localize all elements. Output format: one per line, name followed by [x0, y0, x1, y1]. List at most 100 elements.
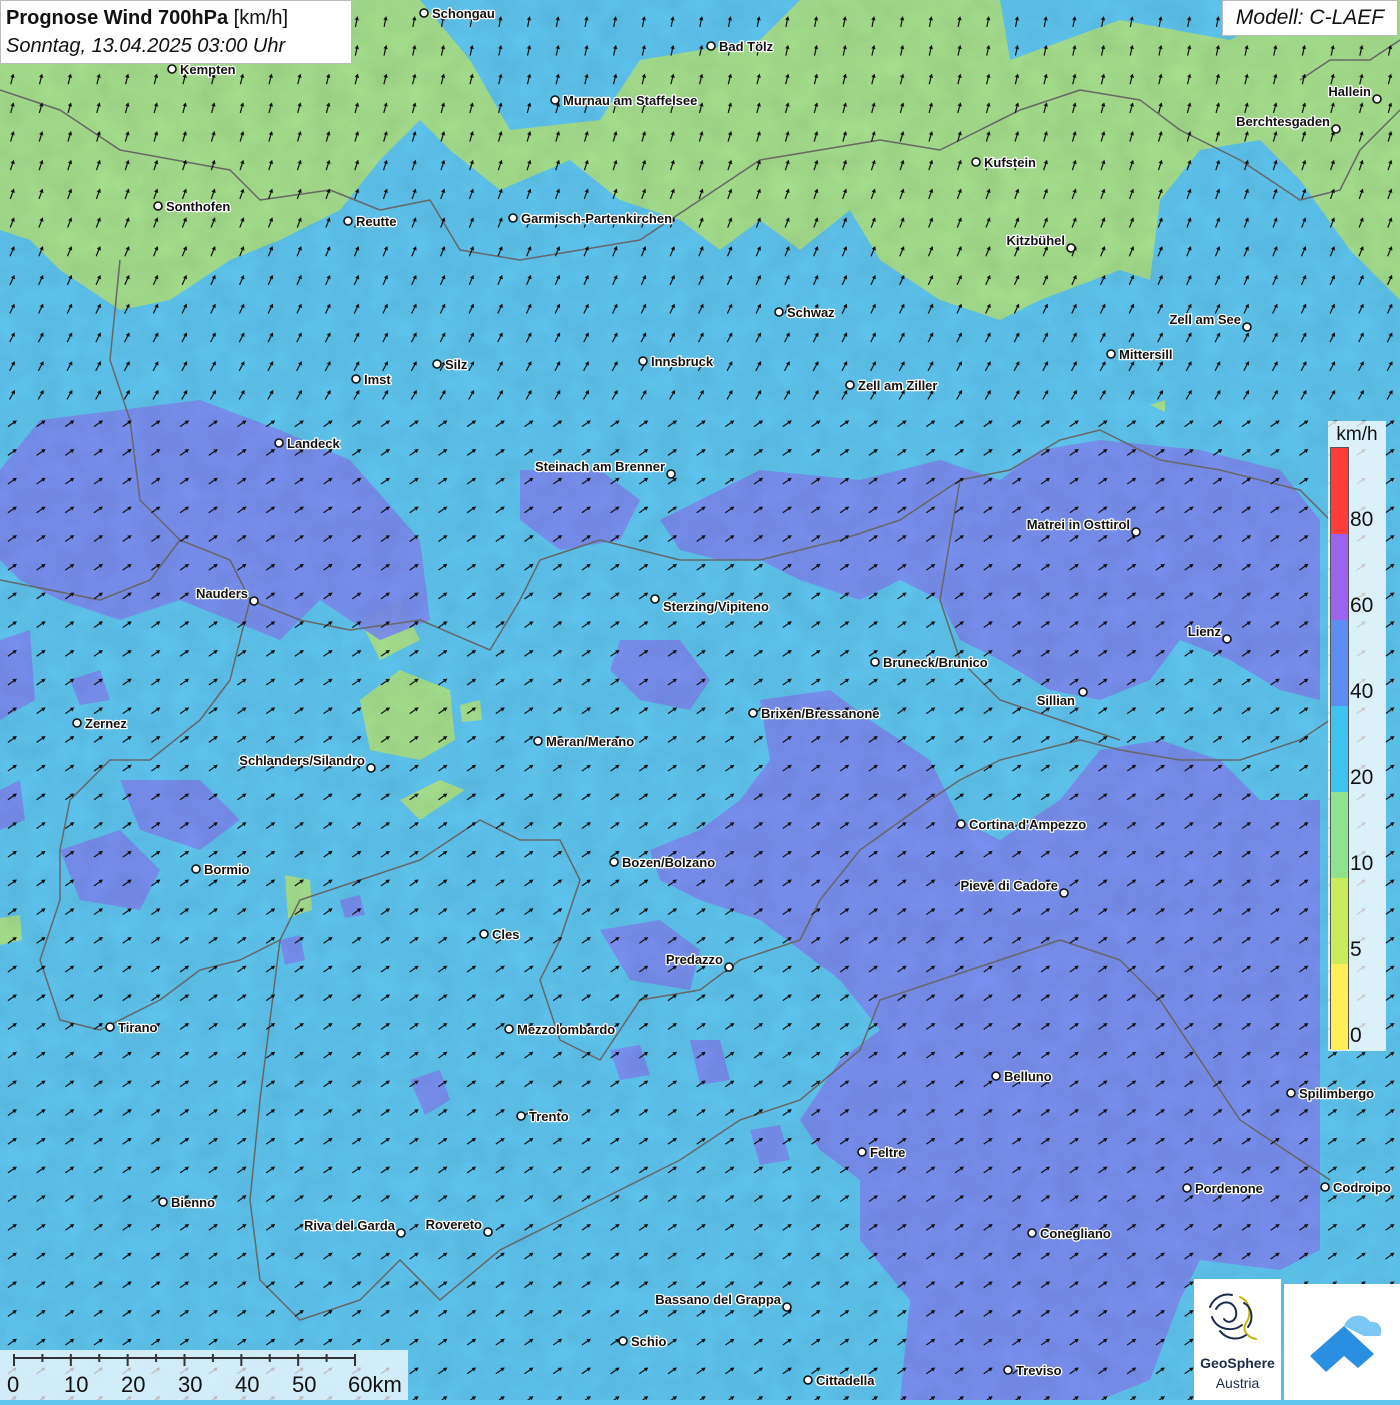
city-label: Sterzing/Vipiteno: [663, 599, 769, 614]
scale-label: 20: [121, 1372, 145, 1398]
city-dot-icon: [1079, 688, 1087, 696]
city-label: Zernez: [85, 716, 127, 731]
city-dot-icon: [1060, 889, 1068, 897]
geosphere-logo[interactable]: GeoSphere Austria: [1194, 1279, 1281, 1400]
city-dot-icon: [667, 470, 675, 478]
legend-label: 5: [1350, 938, 1362, 962]
legend-swatch: [1331, 964, 1348, 1050]
city-dot-icon: [651, 595, 659, 603]
city-marker[interactable]: Spilimbergo: [1287, 1086, 1374, 1101]
city-label: Silz: [445, 357, 468, 372]
city-label: Kitzbühel: [1007, 233, 1066, 248]
logo-name: GeoSphere: [1194, 1355, 1281, 1371]
city-label: Zell am Ziller: [858, 378, 937, 393]
city-dot-icon: [484, 1228, 492, 1236]
city-marker[interactable]: Schongau: [420, 6, 495, 21]
city-dot-icon: [858, 1148, 866, 1156]
city-label: Bad Tölz: [719, 39, 774, 54]
legend-swatch: [1331, 706, 1348, 792]
city-label: Sonthofen: [166, 199, 230, 214]
legend-color-bar: [1330, 447, 1349, 1049]
city-label: Meran/Merano: [546, 734, 634, 749]
city-marker[interactable]: Brixen/Bressanone: [749, 706, 880, 721]
scale-label: 40: [235, 1372, 259, 1398]
city-label: Bormio: [204, 862, 250, 877]
city-marker[interactable]: Garmisch-Partenkirchen: [509, 211, 672, 226]
app-cloud-icon: [1284, 1284, 1400, 1400]
city-dot-icon: [534, 737, 542, 745]
legend-label: 0: [1350, 1024, 1362, 1048]
city-label: Cles: [492, 927, 519, 942]
city-marker[interactable]: Mezzolombardo: [505, 1022, 615, 1037]
city-label: Riva del Garda: [304, 1218, 396, 1233]
city-label: Mezzolombardo: [517, 1022, 615, 1037]
scale-label: 30: [178, 1372, 202, 1398]
city-marker[interactable]: Meran/Merano: [534, 734, 634, 749]
city-label: Kempten: [180, 62, 236, 77]
city-marker[interactable]: Murnau am Staffelsee: [551, 93, 697, 108]
color-legend: km/h 051020406080: [1328, 421, 1386, 1051]
city-label: Pieve di Cadore: [960, 878, 1058, 893]
scale-label: 10: [64, 1372, 88, 1398]
city-label: Imst: [364, 372, 391, 387]
city-dot-icon: [871, 658, 879, 666]
logo-sub: Austria: [1194, 1375, 1281, 1391]
city-dot-icon: [749, 709, 757, 717]
forecast-datetime: Sonntag, 13.04.2025 03:00 Uhr: [6, 32, 346, 60]
model-label: Modell: C-LAEF: [1222, 0, 1398, 36]
city-dot-icon: [344, 217, 352, 225]
city-label: Hallein: [1328, 84, 1371, 99]
wind-map[interactable]: Schongau Bad Tölz Kempten Murnau am Staffel…: [0, 0, 1400, 1400]
city-label: Innsbruck: [651, 354, 714, 369]
city-dot-icon: [551, 96, 559, 104]
city-dot-icon: [1067, 244, 1075, 252]
city-marker[interactable]: Bozen/Bolzano: [610, 855, 715, 870]
city-label: Nauders: [196, 586, 248, 601]
city-label: Brixen/Bressanone: [761, 706, 880, 721]
city-label: Cortina d'Ampezzo: [969, 817, 1086, 832]
city-dot-icon: [1321, 1183, 1329, 1191]
city-label: Berchtesgaden: [1236, 114, 1330, 129]
city-label: Schongau: [432, 6, 495, 21]
city-marker[interactable]: Innsbruck: [639, 354, 714, 369]
city-label: Predazzo: [666, 952, 723, 967]
legend-swatch: [1331, 448, 1348, 534]
city-dot-icon: [846, 381, 854, 389]
legend-unit: km/h: [1328, 424, 1386, 446]
city-dot-icon: [433, 360, 441, 368]
city-label: Lienz: [1188, 624, 1222, 639]
app-logo[interactable]: [1284, 1284, 1400, 1400]
city-label: Spilimbergo: [1299, 1086, 1374, 1101]
city-label: Bozen/Bolzano: [622, 855, 715, 870]
city-dot-icon: [154, 202, 162, 210]
city-label: Zell am See: [1169, 312, 1241, 327]
city-dot-icon: [1243, 323, 1251, 331]
city-label: Codroipo: [1333, 1180, 1391, 1195]
city-label: Murnau am Staffelsee: [563, 93, 697, 108]
scale-label: 0: [7, 1372, 19, 1398]
city-label: Bienno: [171, 1195, 215, 1210]
city-dot-icon: [619, 1337, 627, 1345]
city-label: Treviso: [1016, 1363, 1062, 1378]
city-dot-icon: [1107, 350, 1115, 358]
city-marker[interactable]: Sonthofen: [154, 199, 230, 214]
city-label: Trento: [529, 1109, 569, 1124]
city-dot-icon: [1004, 1366, 1012, 1374]
city-marker[interactable]: Bruneck/Brunico: [871, 655, 988, 670]
city-dot-icon: [106, 1023, 114, 1031]
city-marker[interactable]: Pordenone: [1183, 1181, 1263, 1196]
city-label: Schwaz: [787, 305, 835, 320]
city-label: Feltre: [870, 1145, 905, 1160]
city-dot-icon: [192, 865, 200, 873]
city-label: Bruneck/Brunico: [883, 655, 988, 670]
legend-label: 40: [1350, 680, 1373, 704]
city-label: Pordenone: [1195, 1181, 1263, 1196]
city-label: Schio: [631, 1334, 666, 1349]
title-main: Prognose Wind 700hPa: [6, 7, 228, 29]
city-marker[interactable]: Zell am Ziller: [846, 378, 937, 393]
city-marker[interactable]: Cortina d'Ampezzo: [957, 817, 1086, 832]
city-dot-icon: [168, 65, 176, 73]
city-dot-icon: [957, 820, 965, 828]
legend-swatch: [1331, 534, 1348, 620]
city-marker[interactable]: Conegliano: [1028, 1226, 1111, 1241]
